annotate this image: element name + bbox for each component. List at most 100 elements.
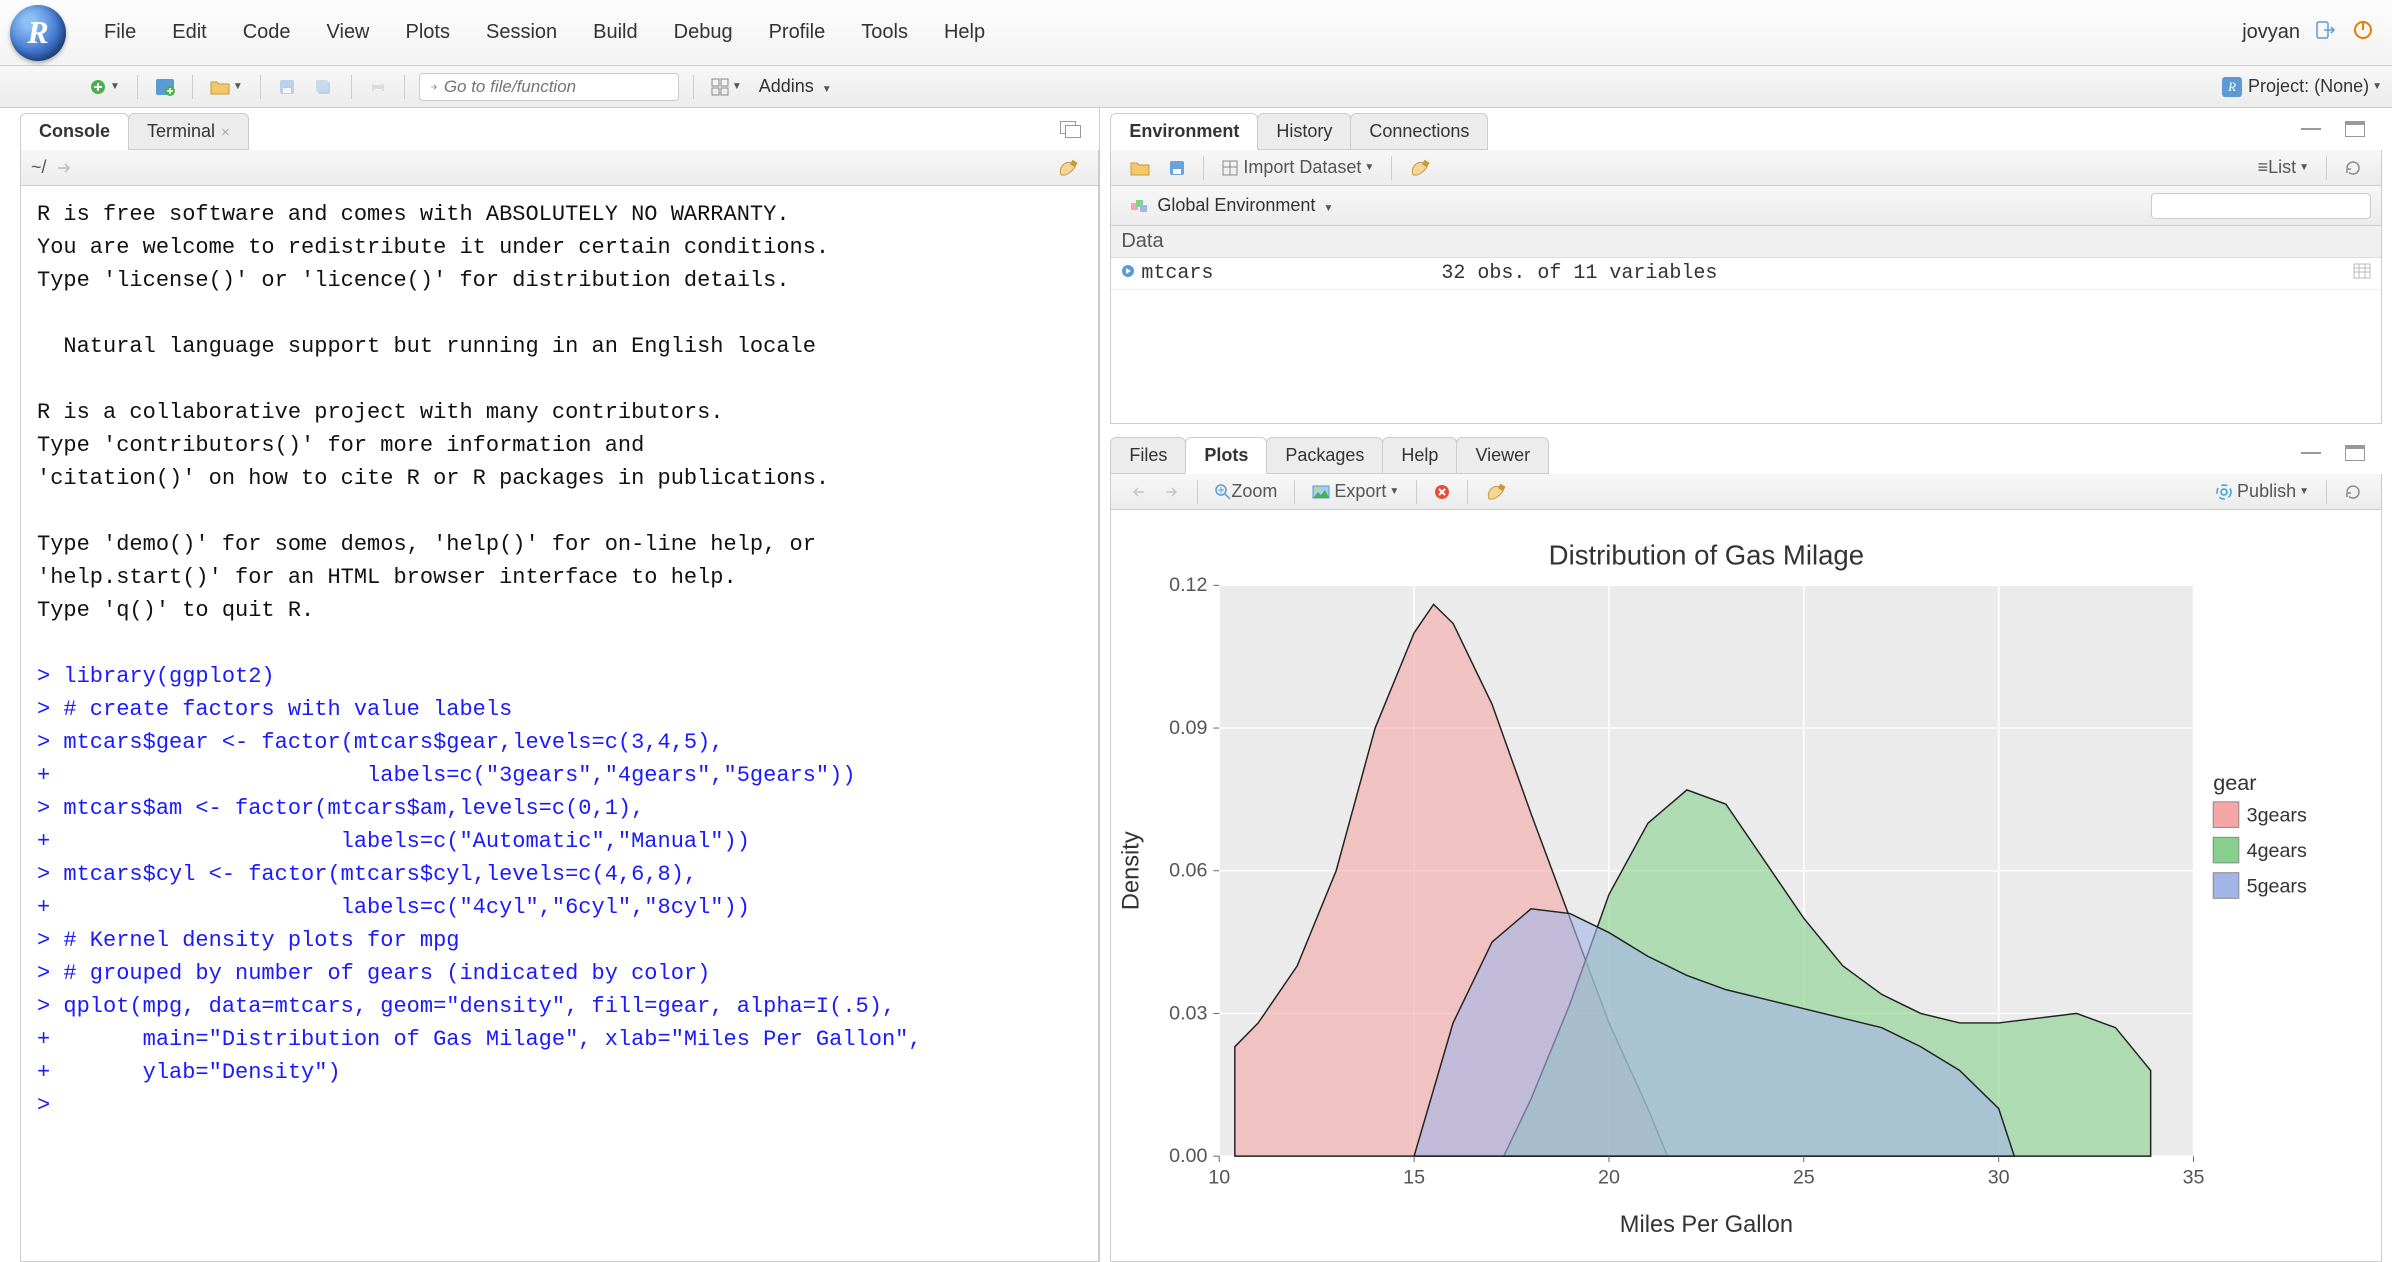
menu-session[interactable]: Session xyxy=(468,21,575,43)
plot-canvas: 1015202530350.000.030.060.090.12Miles Pe… xyxy=(1110,510,2382,1262)
refresh-plot-icon[interactable] xyxy=(2337,480,2369,504)
menu-build[interactable]: Build xyxy=(575,21,655,43)
scope-icon xyxy=(1123,194,1155,218)
next-plot-icon[interactable] xyxy=(1157,482,1187,502)
prev-plot-icon[interactable] xyxy=(1123,482,1153,502)
zoom-button[interactable]: Zoom xyxy=(1208,478,1284,505)
right-pane: Environment History Connections Import D… xyxy=(1100,108,2392,1262)
menu-edit[interactable]: Edit xyxy=(154,21,224,43)
console-commands: > library(ggplot2) > # create factors wi… xyxy=(37,664,922,1118)
svg-text:5gears: 5gears xyxy=(2247,875,2307,897)
remove-plot-icon[interactable] xyxy=(1427,481,1457,503)
svg-text:15: 15 xyxy=(1403,1167,1425,1189)
save-button[interactable] xyxy=(271,75,303,99)
r-logo: R xyxy=(10,5,66,61)
env-search-input[interactable] xyxy=(2158,197,2365,215)
export-button[interactable]: Export ▼ xyxy=(1305,478,1406,505)
menu-plots[interactable]: Plots xyxy=(388,21,468,43)
close-icon[interactable]: × xyxy=(221,124,230,141)
refresh-env-icon[interactable] xyxy=(2337,156,2369,180)
tab-viewer[interactable]: Viewer xyxy=(1456,437,1549,474)
project-menu[interactable]: RProject: (None) ▼ xyxy=(2222,76,2382,97)
addins-menu[interactable]: Addins ▼ xyxy=(751,76,840,97)
env-section-data: Data xyxy=(1111,226,2381,258)
menu-profile[interactable]: Profile xyxy=(751,21,844,43)
env-tabbar: Environment History Connections xyxy=(1110,114,2382,150)
env-scope-bar: Global Environment ▼ xyxy=(1110,186,2382,226)
console-banner: R is free software and comes with ABSOLU… xyxy=(37,202,829,623)
signout-icon[interactable] xyxy=(2308,20,2344,46)
left-pane: Console Terminal× ~/ R is free software … xyxy=(0,108,1100,1262)
svg-text:10: 10 xyxy=(1209,1167,1231,1189)
clear-console-icon[interactable] xyxy=(1050,156,1086,180)
tab-plots[interactable]: Plots xyxy=(1185,437,1267,474)
svg-text:0.00: 0.00 xyxy=(1169,1145,1207,1167)
working-dir: ~/ xyxy=(31,157,47,178)
view-data-icon[interactable] xyxy=(2353,263,2371,285)
tab-connections[interactable]: Connections xyxy=(1350,113,1488,150)
env-toolbar: Import Dataset ▼ ≡ List ▼ xyxy=(1110,150,2382,186)
svg-text:0.06: 0.06 xyxy=(1169,860,1207,882)
global-toolbar: ▼ ▼ ▼ Addins ▼ RProject: (None) ▼ xyxy=(0,66,2392,108)
menu-debug[interactable]: Debug xyxy=(656,21,751,43)
scope-dropdown[interactable]: Global Environment ▼ xyxy=(1157,195,1333,216)
svg-text:4gears: 4gears xyxy=(2247,840,2307,862)
env-search[interactable] xyxy=(2151,193,2371,219)
save-workspace-icon[interactable] xyxy=(1161,156,1193,180)
maximize-pane-icon[interactable] xyxy=(2338,442,2372,464)
svg-text:0.03: 0.03 xyxy=(1169,1002,1207,1024)
username: jovyan xyxy=(2242,21,2308,44)
grid-button[interactable]: ▼ xyxy=(704,75,749,99)
maximize-pane-icon[interactable] xyxy=(2338,118,2372,140)
env-row-mtcars[interactable]: mtcars 32 obs. of 11 variables xyxy=(1111,258,2381,290)
power-icon[interactable] xyxy=(2344,19,2382,47)
console-tabbar: Console Terminal× xyxy=(20,114,1099,150)
collapse-pane-icon[interactable] xyxy=(2294,442,2328,464)
tab-terminal[interactable]: Terminal× xyxy=(128,113,249,150)
print-button[interactable] xyxy=(362,76,394,98)
wd-arrow-icon[interactable] xyxy=(49,158,79,178)
svg-text:0.09: 0.09 xyxy=(1169,717,1207,739)
tab-help[interactable]: Help xyxy=(1382,437,1457,474)
list-view-button[interactable]: ≡ List ▼ xyxy=(2251,154,2316,181)
environment-pane: Environment History Connections Import D… xyxy=(1110,114,2382,424)
menu-view[interactable]: View xyxy=(309,21,388,43)
tab-console[interactable]: Console xyxy=(20,113,129,150)
svg-text:3gears: 3gears xyxy=(2247,805,2307,827)
minimize-pane-icon[interactable] xyxy=(1053,118,1089,142)
svg-text:Miles Per Gallon: Miles Per Gallon xyxy=(1620,1212,1793,1238)
collapse-pane-icon[interactable] xyxy=(2294,118,2328,140)
goto-file-function[interactable] xyxy=(419,73,679,101)
console-output[interactable]: R is free software and comes with ABSOLU… xyxy=(20,186,1099,1262)
clear-env-icon[interactable] xyxy=(1402,156,1438,180)
menu-code[interactable]: Code xyxy=(225,21,309,43)
env-body: Data mtcars 32 obs. of 11 variables xyxy=(1110,226,2382,424)
new-file-button[interactable]: ▼ xyxy=(82,75,127,99)
density-chart: 1015202530350.000.030.060.090.12Miles Pe… xyxy=(1111,520,2371,1251)
svg-text:gear: gear xyxy=(2214,770,2257,795)
env-var-name: mtcars xyxy=(1141,262,1441,285)
publish-button[interactable]: Publish ▼ xyxy=(2208,478,2316,505)
plots-toolbar: Zoom Export ▼ Publish ▼ xyxy=(1110,474,2382,510)
menubar: R FileEditCodeViewPlotsSessionBuildDebug… xyxy=(0,0,2392,66)
menu-help[interactable]: Help xyxy=(926,21,1003,43)
tab-files[interactable]: Files xyxy=(1110,437,1186,474)
expand-icon[interactable] xyxy=(1121,262,1135,285)
goto-input[interactable] xyxy=(444,77,668,97)
menu-tools[interactable]: Tools xyxy=(843,21,926,43)
tab-packages[interactable]: Packages xyxy=(1266,437,1383,474)
tab-environment[interactable]: Environment xyxy=(1110,113,1258,150)
clear-plots-icon[interactable] xyxy=(1478,480,1514,504)
menu-file[interactable]: File xyxy=(86,21,154,43)
open-file-button[interactable]: ▼ xyxy=(203,76,250,98)
main: Console Terminal× ~/ R is free software … xyxy=(0,108,2392,1262)
env-var-value: 32 obs. of 11 variables xyxy=(1441,262,2353,285)
svg-text:20: 20 xyxy=(1598,1167,1620,1189)
tab-history[interactable]: History xyxy=(1257,113,1351,150)
load-workspace-icon[interactable] xyxy=(1123,157,1157,179)
save-all-button[interactable] xyxy=(307,75,341,99)
svg-text:Distribution of Gas Milage: Distribution of Gas Milage xyxy=(1549,540,1864,571)
import-dataset-button[interactable]: Import Dataset ▼ xyxy=(1214,154,1381,181)
svg-text:25: 25 xyxy=(1793,1167,1815,1189)
new-project-button[interactable] xyxy=(148,75,182,99)
